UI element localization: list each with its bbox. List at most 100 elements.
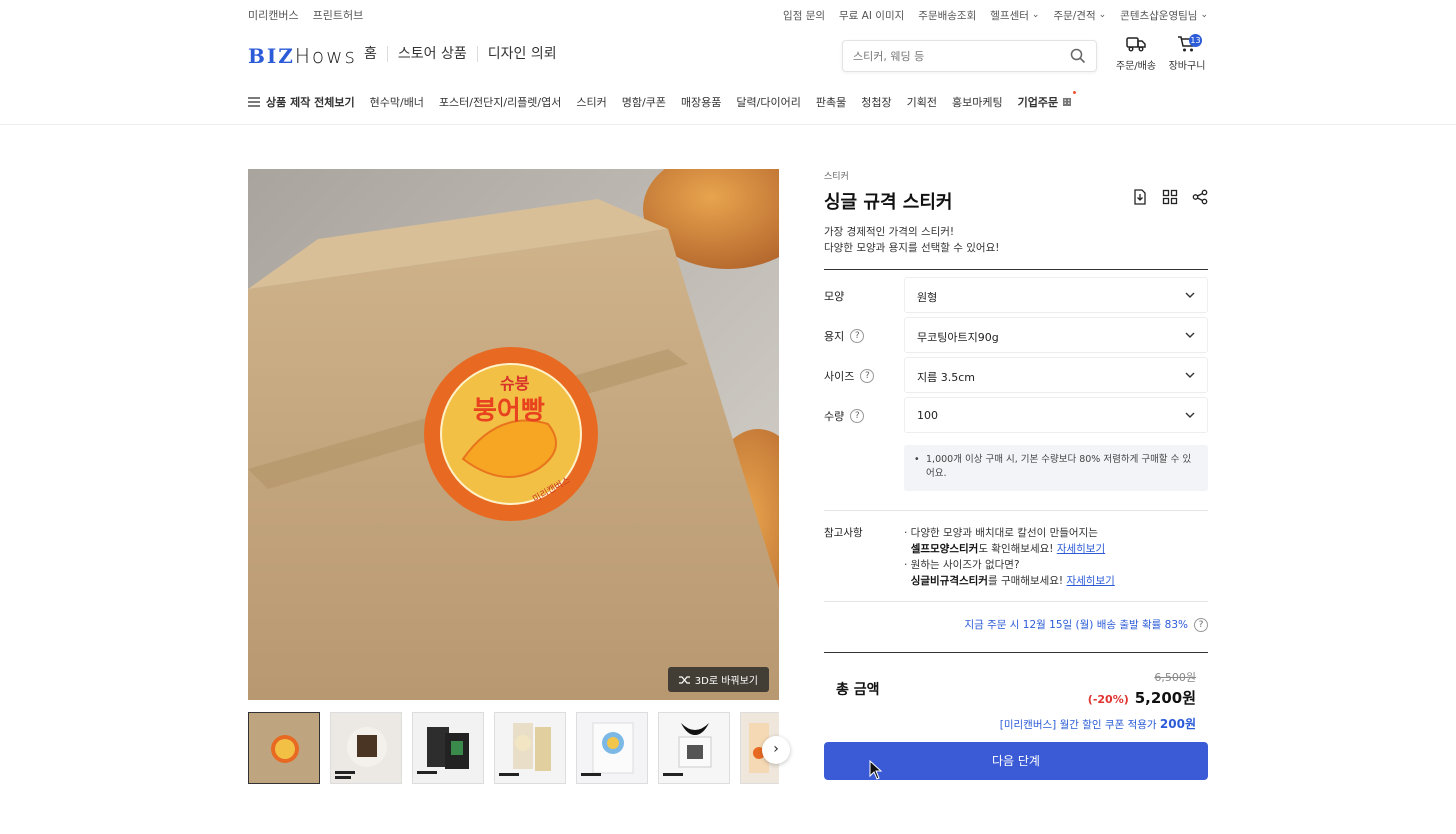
grid-icon[interactable] [1162,189,1178,205]
description-line-1: 가장 경제적인 가격의 스티커! [824,226,955,238]
product-photo: 슈붕 붕어빵 미리캔버스 [248,169,779,700]
coupon-text: [미리캔버스] 월간 할인 쿠폰 적용가 [999,719,1157,731]
reference-label: 참고사항 [824,527,863,539]
details-link[interactable]: 자세히보기 [1066,575,1114,587]
view-3d-label: 3D로 바꿔보기 [694,676,758,687]
help-icon[interactable]: ? [850,409,865,423]
thumbnail-next-button[interactable]: › [762,736,790,764]
logo-biz: BIZ [248,44,295,68]
header: BIZHows 홈 스토어 상품 디자인 의뢰 주문/배송 13 장바구니 [0,30,1456,82]
util-link-ai-image[interactable]: 무료 AI 이미지 [839,8,904,23]
cart-count-badge: 13 [1189,34,1202,47]
view-3d-button[interactable]: 3D로 바꿔보기 [667,667,769,692]
paper-select[interactable]: 무코팅아트지90g [904,317,1208,353]
util-dropdown-help[interactable]: 헬프센터 [990,8,1039,23]
category-corporate[interactable]: 기업주문 [1017,91,1077,110]
divider [824,652,1208,653]
search-input[interactable] [843,41,1053,71]
util-link-partner[interactable]: 입점 문의 [783,8,825,23]
product-main-image: 슈붕 붕어빵 미리캔버스 3D로 바꿔보기 [248,169,779,700]
size-select[interactable]: 지름 3.5cm [904,357,1208,393]
option-label: 모양 [824,290,845,303]
thumbnail[interactable] [330,712,402,784]
thumbnail-strip [248,712,779,784]
help-icon[interactable]: ? [860,369,875,383]
nav-design-request[interactable]: 디자인 의뢰 [476,46,567,62]
shipping-text: 지금 주문 시 12월 15일 (월) 배송 출발 확률 83% [964,619,1188,631]
final-price: 5,200원 [1134,689,1196,707]
reference-bold: 셀프모양스티커 [910,543,979,555]
cart-button[interactable]: 13 장바구니 [1162,34,1212,72]
menu-icon [248,97,260,107]
option-label: 수량 [824,410,845,423]
thumbnail[interactable] [248,712,320,784]
share-icon[interactable] [1192,189,1208,205]
original-price: 6,500원 [1154,671,1196,684]
chevron-right-icon: › [773,741,779,757]
category-all-label: 상품 제작 전체보기 [266,96,355,109]
reference-bold: 싱글비규격스티커 [910,575,988,587]
divider [824,269,1208,270]
mouse-cursor-icon [869,760,883,780]
category-item[interactable]: 스티커 [576,94,606,110]
reference-text: 를 구매해보세요! [987,575,1067,587]
shape-select[interactable]: 원형 [904,277,1208,313]
category-item[interactable]: 청첩장 [861,94,891,110]
option-label: 용지 [824,330,845,343]
option-paper: 용지? 무코팅아트지90g [824,317,1208,353]
thumbnail[interactable] [494,712,566,784]
thumbnail[interactable] [412,712,484,784]
chevron-down-icon [1185,372,1195,378]
util-link-printhub[interactable]: 프린트허브 [313,7,364,23]
logo-hows: Hows [294,44,357,68]
search-icon[interactable] [1070,48,1086,64]
category-item[interactable]: 판촉물 [816,94,846,110]
reference-line: · 다양한 모양과 배치대로 칼선이 만들어지는 [904,527,1098,539]
reference-content: · 다양한 모양과 배치대로 칼선이 만들어지는 셀프모양스티커도 확인해보세요… [904,525,1208,589]
category-item[interactable]: 명함/쿠폰 [622,94,666,110]
nav-home[interactable]: 홈 [364,46,387,62]
quantity-select[interactable]: 100 [904,397,1208,433]
shuffle-icon [678,675,690,684]
reference-line: · 원하는 사이즈가 없다면? [904,559,1020,571]
category-item[interactable]: 기획전 [907,94,937,110]
category-item[interactable]: 포스터/전단지/리플렛/엽서 [439,94,561,110]
orders-button[interactable]: 주문/배송 [1111,35,1161,72]
utility-bar: 미리캔버스 프린트허브 입점 문의 무료 AI 이미지 주문배송조회 헬프센터 … [0,0,1456,30]
option-shape: 모양 원형 [824,277,1208,313]
category-item[interactable]: 달력/다이어리 [736,94,800,110]
divider [824,510,1208,511]
thumbnail[interactable] [576,712,648,784]
category-item[interactable]: 현수막/배너 [370,94,424,110]
shipping-estimate: 지금 주문 시 12월 15일 (월) 배송 출발 확률 83% ? [964,617,1208,632]
util-dropdown-account[interactable]: 콘텐츠샵운영팀님 [1120,8,1208,23]
product-description: 가장 경제적인 가격의 스티커! 다양한 모양과 용지를 선택할 수 있어요! [824,224,1208,256]
util-dropdown-quote[interactable]: 주문/견적 [1053,8,1106,23]
help-icon[interactable]: ? [850,329,865,343]
category-item[interactable]: 홍보마케팅 [952,94,1003,110]
logo[interactable]: BIZHows [248,44,357,68]
nav-store[interactable]: 스토어 상품 [386,46,477,62]
details-link[interactable]: 자세히보기 [1057,543,1105,555]
util-link-miricanvas[interactable]: 미리캔버스 [248,7,299,23]
discount-percent: (-20%) [1087,693,1129,706]
util-link-order-track[interactable]: 주문배송조회 [918,8,976,23]
category-nav: 상품 제작 전체보기 현수막/배너 포스터/전단지/리플렛/엽서 스티커 명함/… [0,82,1456,125]
category-item[interactable]: 매장용품 [681,94,721,110]
final-price-row: (-20%) 5,200원 [1088,687,1196,708]
download-icon[interactable] [1132,189,1148,205]
reference-text: 도 확인해보세요! [978,543,1057,555]
search-box [842,40,1097,72]
option-size: 사이즈? 지름 3.5cm [824,357,1208,393]
product-category: 스티커 [824,172,849,182]
category-corporate-label: 기업주문 [1017,96,1059,109]
chevron-down-icon [1185,292,1195,298]
help-icon[interactable]: ? [1194,617,1208,632]
product-options-panel: 스티커 싱글 규격 스티커 가장 경제적인 가격의 스티커! 다양한 모양과 용… [824,169,1208,789]
thumbnail[interactable] [658,712,730,784]
chevron-down-icon [1185,332,1195,338]
divider [824,601,1208,602]
category-all-button[interactable]: 상품 제작 전체보기 [248,94,355,110]
option-quantity: 수량? 100 [824,397,1208,433]
sticker-main-text: 붕어빵 [473,396,545,426]
